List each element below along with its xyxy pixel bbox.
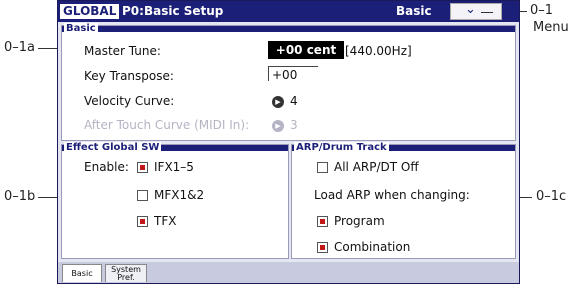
- master-tune-field[interactable]: +00 cent: [268, 41, 344, 59]
- leader-line-0-1a: [38, 48, 57, 49]
- basic-panel-header: [62, 26, 515, 32]
- all-arp-dt-off-label: All ARP/DT Off: [334, 160, 419, 174]
- tfx-label: TFX: [154, 214, 177, 228]
- arp-panel-label: ARP/Drum Track: [294, 142, 389, 154]
- mfx-label: MFX1&2: [154, 188, 205, 202]
- after-touch-curve-popup-icon: ▶: [272, 120, 284, 132]
- load-arp-label: Load ARP when changing:: [314, 188, 470, 202]
- mode-label: GLOBAL: [60, 4, 120, 19]
- tab-basic-label: Basic: [71, 269, 93, 278]
- menu-button[interactable]: ⌄: [450, 2, 502, 20]
- callout-menu: Menu: [533, 20, 569, 35]
- after-touch-curve-label: After Touch Curve (MIDI In):: [84, 118, 250, 132]
- key-transpose-field[interactable]: +00: [268, 66, 318, 82]
- tab-basic[interactable]: Basic: [62, 264, 102, 282]
- effect-global-sw-panel: Effect Global SW Enable: IFX1–5 MFX1&2 T…: [61, 142, 289, 259]
- load-combination-checkbox[interactable]: [317, 242, 328, 253]
- master-tune-label: Master Tune:: [84, 44, 161, 58]
- key-transpose-label: Key Transpose:: [84, 69, 174, 83]
- global-basic-screen: GLOBAL P0:Basic Setup Basic ⌄ Basic Mast…: [57, 0, 520, 284]
- effect-panel-label: Effect Global SW: [64, 142, 162, 154]
- velocity-curve-popup-icon[interactable]: ▶: [272, 96, 284, 108]
- tab-system-line2: Pref.: [117, 273, 135, 282]
- ifx-checkbox[interactable]: [137, 162, 148, 173]
- tab-system-pref[interactable]: System Pref.: [105, 264, 147, 282]
- ifx-label: IFX1–5: [154, 160, 194, 174]
- page-tab-bar: Basic System Pref.: [58, 262, 519, 283]
- callout-0-1c: 0–1c: [536, 189, 567, 204]
- tfx-checkbox[interactable]: [137, 216, 148, 227]
- callout-0-1b: 0–1b: [4, 189, 36, 204]
- basic-panel-label: Basic: [64, 23, 98, 35]
- velocity-curve-label: Velocity Curve:: [84, 94, 175, 108]
- master-tune-hz: [440.00Hz]: [345, 44, 412, 58]
- velocity-curve-value[interactable]: 4: [290, 94, 298, 109]
- chevron-down-icon: ⌄: [465, 2, 476, 17]
- leader-line-0-1b: [38, 197, 59, 198]
- arp-drum-track-panel: ARP/Drum Track All ARP/DT Off Load ARP w…: [291, 142, 516, 259]
- page-name: Basic: [396, 4, 432, 18]
- enable-label: Enable:: [84, 160, 129, 174]
- load-combination-label: Combination: [334, 240, 411, 254]
- callout-0-1a: 0–1a: [4, 40, 36, 55]
- load-program-checkbox[interactable]: [317, 216, 328, 227]
- all-arp-dt-off-checkbox[interactable]: [317, 162, 328, 173]
- callout-0-1: 0–1: [530, 3, 554, 18]
- title-bar: GLOBAL P0:Basic Setup Basic ⌄: [58, 1, 519, 22]
- page-title: P0:Basic Setup: [122, 4, 224, 18]
- mfx-checkbox[interactable]: [137, 190, 148, 201]
- load-program-label: Program: [334, 214, 385, 228]
- menu-bar-icon: [481, 12, 493, 13]
- after-touch-curve-value: 3: [290, 118, 298, 132]
